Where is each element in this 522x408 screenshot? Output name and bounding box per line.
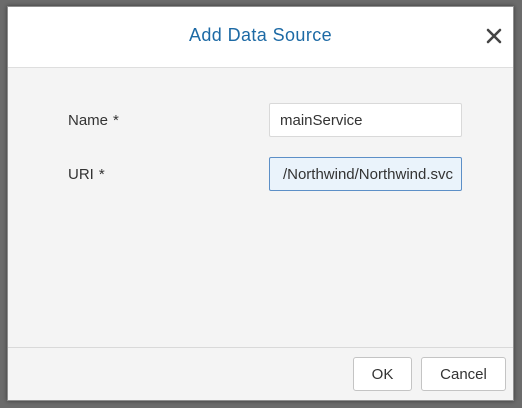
dialog-header: Add Data Source: [8, 7, 513, 68]
uri-required-marker: *: [98, 166, 105, 183]
name-required-marker: *: [113, 112, 119, 129]
name-field[interactable]: [269, 103, 462, 137]
cancel-button[interactable]: Cancel: [421, 357, 506, 391]
ok-button[interactable]: OK: [353, 357, 412, 391]
name-label: Name *: [68, 112, 119, 129]
close-icon[interactable]: [485, 27, 503, 45]
dialog-title: Add Data Source: [188, 25, 333, 45]
uri-label-text: URI: [68, 166, 94, 183]
uri-label: URI *: [68, 166, 105, 183]
uri-field[interactable]: [269, 157, 462, 191]
name-label-text: Name: [68, 112, 109, 129]
dialog-footer: OK Cancel: [8, 347, 513, 400]
add-data-source-dialog: Add Data Source Name* URI* OK Cancel: [7, 6, 514, 401]
